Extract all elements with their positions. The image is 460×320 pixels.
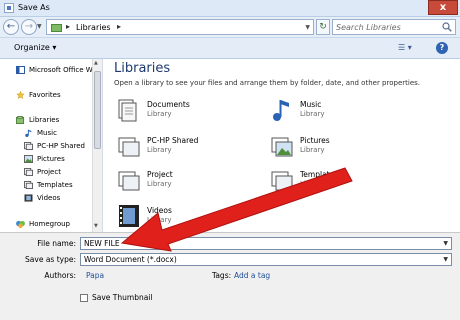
documents-icon [118, 99, 137, 122]
library-name: Music [300, 100, 322, 109]
forward-button[interactable]: → [21, 19, 37, 35]
navigation-pane: Microsoft Office W Favorites Libraries M… [0, 59, 103, 232]
library-name: Documents [147, 100, 190, 109]
library-name: Project [147, 170, 173, 179]
library-name: Pictures [300, 136, 330, 145]
pictures-icon [24, 155, 33, 163]
library-item-videos[interactable]: Videos Library [116, 203, 266, 231]
library-item-music[interactable]: Music Library [269, 97, 419, 125]
save-as-window-icon [4, 3, 14, 13]
save-form: File name: ▼ Save as type: Word Document… [0, 232, 460, 320]
title-bar: Save As x [0, 0, 460, 17]
library-type: Library [147, 216, 172, 224]
library-type: Library [300, 180, 325, 188]
file-name-label: File name: [37, 239, 76, 248]
library-name: Templates [300, 170, 339, 179]
library-item-documents[interactable]: Documents Library [116, 97, 266, 125]
file-name-field[interactable]: ▼ [80, 237, 452, 250]
scroll-up-arrow[interactable]: ▲ [94, 60, 98, 66]
save-thumbnail-checkbox[interactable] [80, 294, 88, 302]
word-icon [16, 66, 25, 74]
star-icon [16, 91, 25, 99]
homegroup-icon [16, 220, 25, 228]
nav-item-label: Libraries [29, 116, 60, 124]
nav-item-label: Templates [37, 181, 73, 189]
project-library-icon [118, 171, 140, 191]
search-input[interactable] [336, 21, 440, 33]
save-as-type-value: Word Document (*.docx) [84, 255, 177, 264]
organize-button[interactable]: Organize ▾ [14, 43, 56, 52]
page-subtitle: Open a library to see your files and arr… [114, 79, 420, 87]
page-title: Libraries [114, 61, 171, 76]
library-item-project[interactable]: Project Library [116, 167, 266, 195]
tags-label: Tags: [212, 271, 232, 280]
window-title: Save As [18, 3, 50, 12]
nav-item-label: Favorites [29, 91, 61, 99]
breadcrumb-separator[interactable]: ▸ [117, 22, 121, 31]
refresh-button[interactable]: ↻ [316, 19, 330, 35]
nav-item-label: Videos [37, 194, 61, 202]
nav-scrollbar[interactable]: ▲ ▼ [92, 59, 102, 232]
music-icon [273, 100, 289, 121]
scroll-down-arrow[interactable]: ▼ [94, 223, 98, 229]
videos-icon [24, 194, 33, 202]
file-name-input[interactable] [84, 238, 434, 249]
file-name-dropdown-arrow[interactable]: ▼ [443, 240, 448, 247]
breadcrumb-separator[interactable]: ▸ [66, 22, 70, 31]
address-row: ← → ▼ ▸ Libraries ▸ ▼ ↻ [0, 17, 460, 37]
library-type: Library [147, 180, 172, 188]
library-item-templates[interactable]: Templates Library [269, 167, 419, 195]
search-icon[interactable] [442, 22, 452, 32]
nav-item-label: PC-HP Shared [37, 142, 85, 150]
nav-item-label: Project [37, 168, 61, 176]
library-type: Library [300, 110, 325, 118]
library-type: Library [147, 146, 172, 154]
library-name: Videos [147, 206, 172, 215]
libraries-icon [16, 116, 25, 124]
search-box[interactable] [332, 19, 456, 35]
breadcrumb-libraries[interactable]: Libraries [76, 23, 111, 32]
library-item-pictures[interactable]: Pictures Library [269, 133, 419, 161]
change-view-icon[interactable]: ☰ ▾ [398, 43, 418, 55]
templates-icon [24, 181, 33, 189]
save-as-type-select[interactable]: Word Document (*.docx) ▼ [80, 253, 452, 266]
shared-library-icon [118, 137, 140, 157]
address-history-dropdown[interactable]: ▼ [305, 24, 310, 31]
address-bar[interactable]: ▸ Libraries ▸ ▼ [46, 19, 314, 35]
nav-item-label: Microsoft Office W [29, 66, 93, 74]
recent-pages-dropdown[interactable]: ▼ [37, 23, 42, 30]
command-bar: Organize ▾ ☰ ▾ ? [0, 37, 460, 59]
content-pane: Libraries Open a library to see your fil… [104, 59, 460, 232]
videos-icon [119, 205, 139, 227]
authors-label: Authors: [44, 271, 76, 280]
project-library-icon [24, 168, 33, 176]
music-icon [25, 129, 32, 137]
save-as-type-label: Save as type: [25, 255, 76, 264]
save-thumbnail-label: Save Thumbnail [92, 293, 153, 302]
close-button[interactable]: x [428, 0, 458, 15]
library-item-pc-hp-shared[interactable]: PC-HP Shared Library [116, 133, 266, 161]
nav-item-label: Pictures [37, 155, 65, 163]
save-as-type-dropdown-arrow[interactable]: ▼ [443, 256, 448, 263]
add-tag-link[interactable]: Add a tag [234, 271, 270, 280]
library-type: Library [147, 110, 172, 118]
nav-item-label: Music [37, 129, 57, 137]
pictures-icon [271, 137, 293, 157]
help-icon[interactable]: ? [436, 42, 448, 54]
nav-item-label: Homegroup [29, 220, 71, 228]
templates-icon [271, 171, 293, 191]
back-button[interactable]: ← [3, 19, 19, 35]
library-name: PC-HP Shared [147, 136, 199, 145]
shared-library-icon [24, 142, 33, 150]
libraries-folder-icon [51, 24, 62, 32]
scroll-thumb[interactable] [94, 71, 101, 149]
authors-value[interactable]: Papa [86, 271, 104, 280]
library-type: Library [300, 146, 325, 154]
